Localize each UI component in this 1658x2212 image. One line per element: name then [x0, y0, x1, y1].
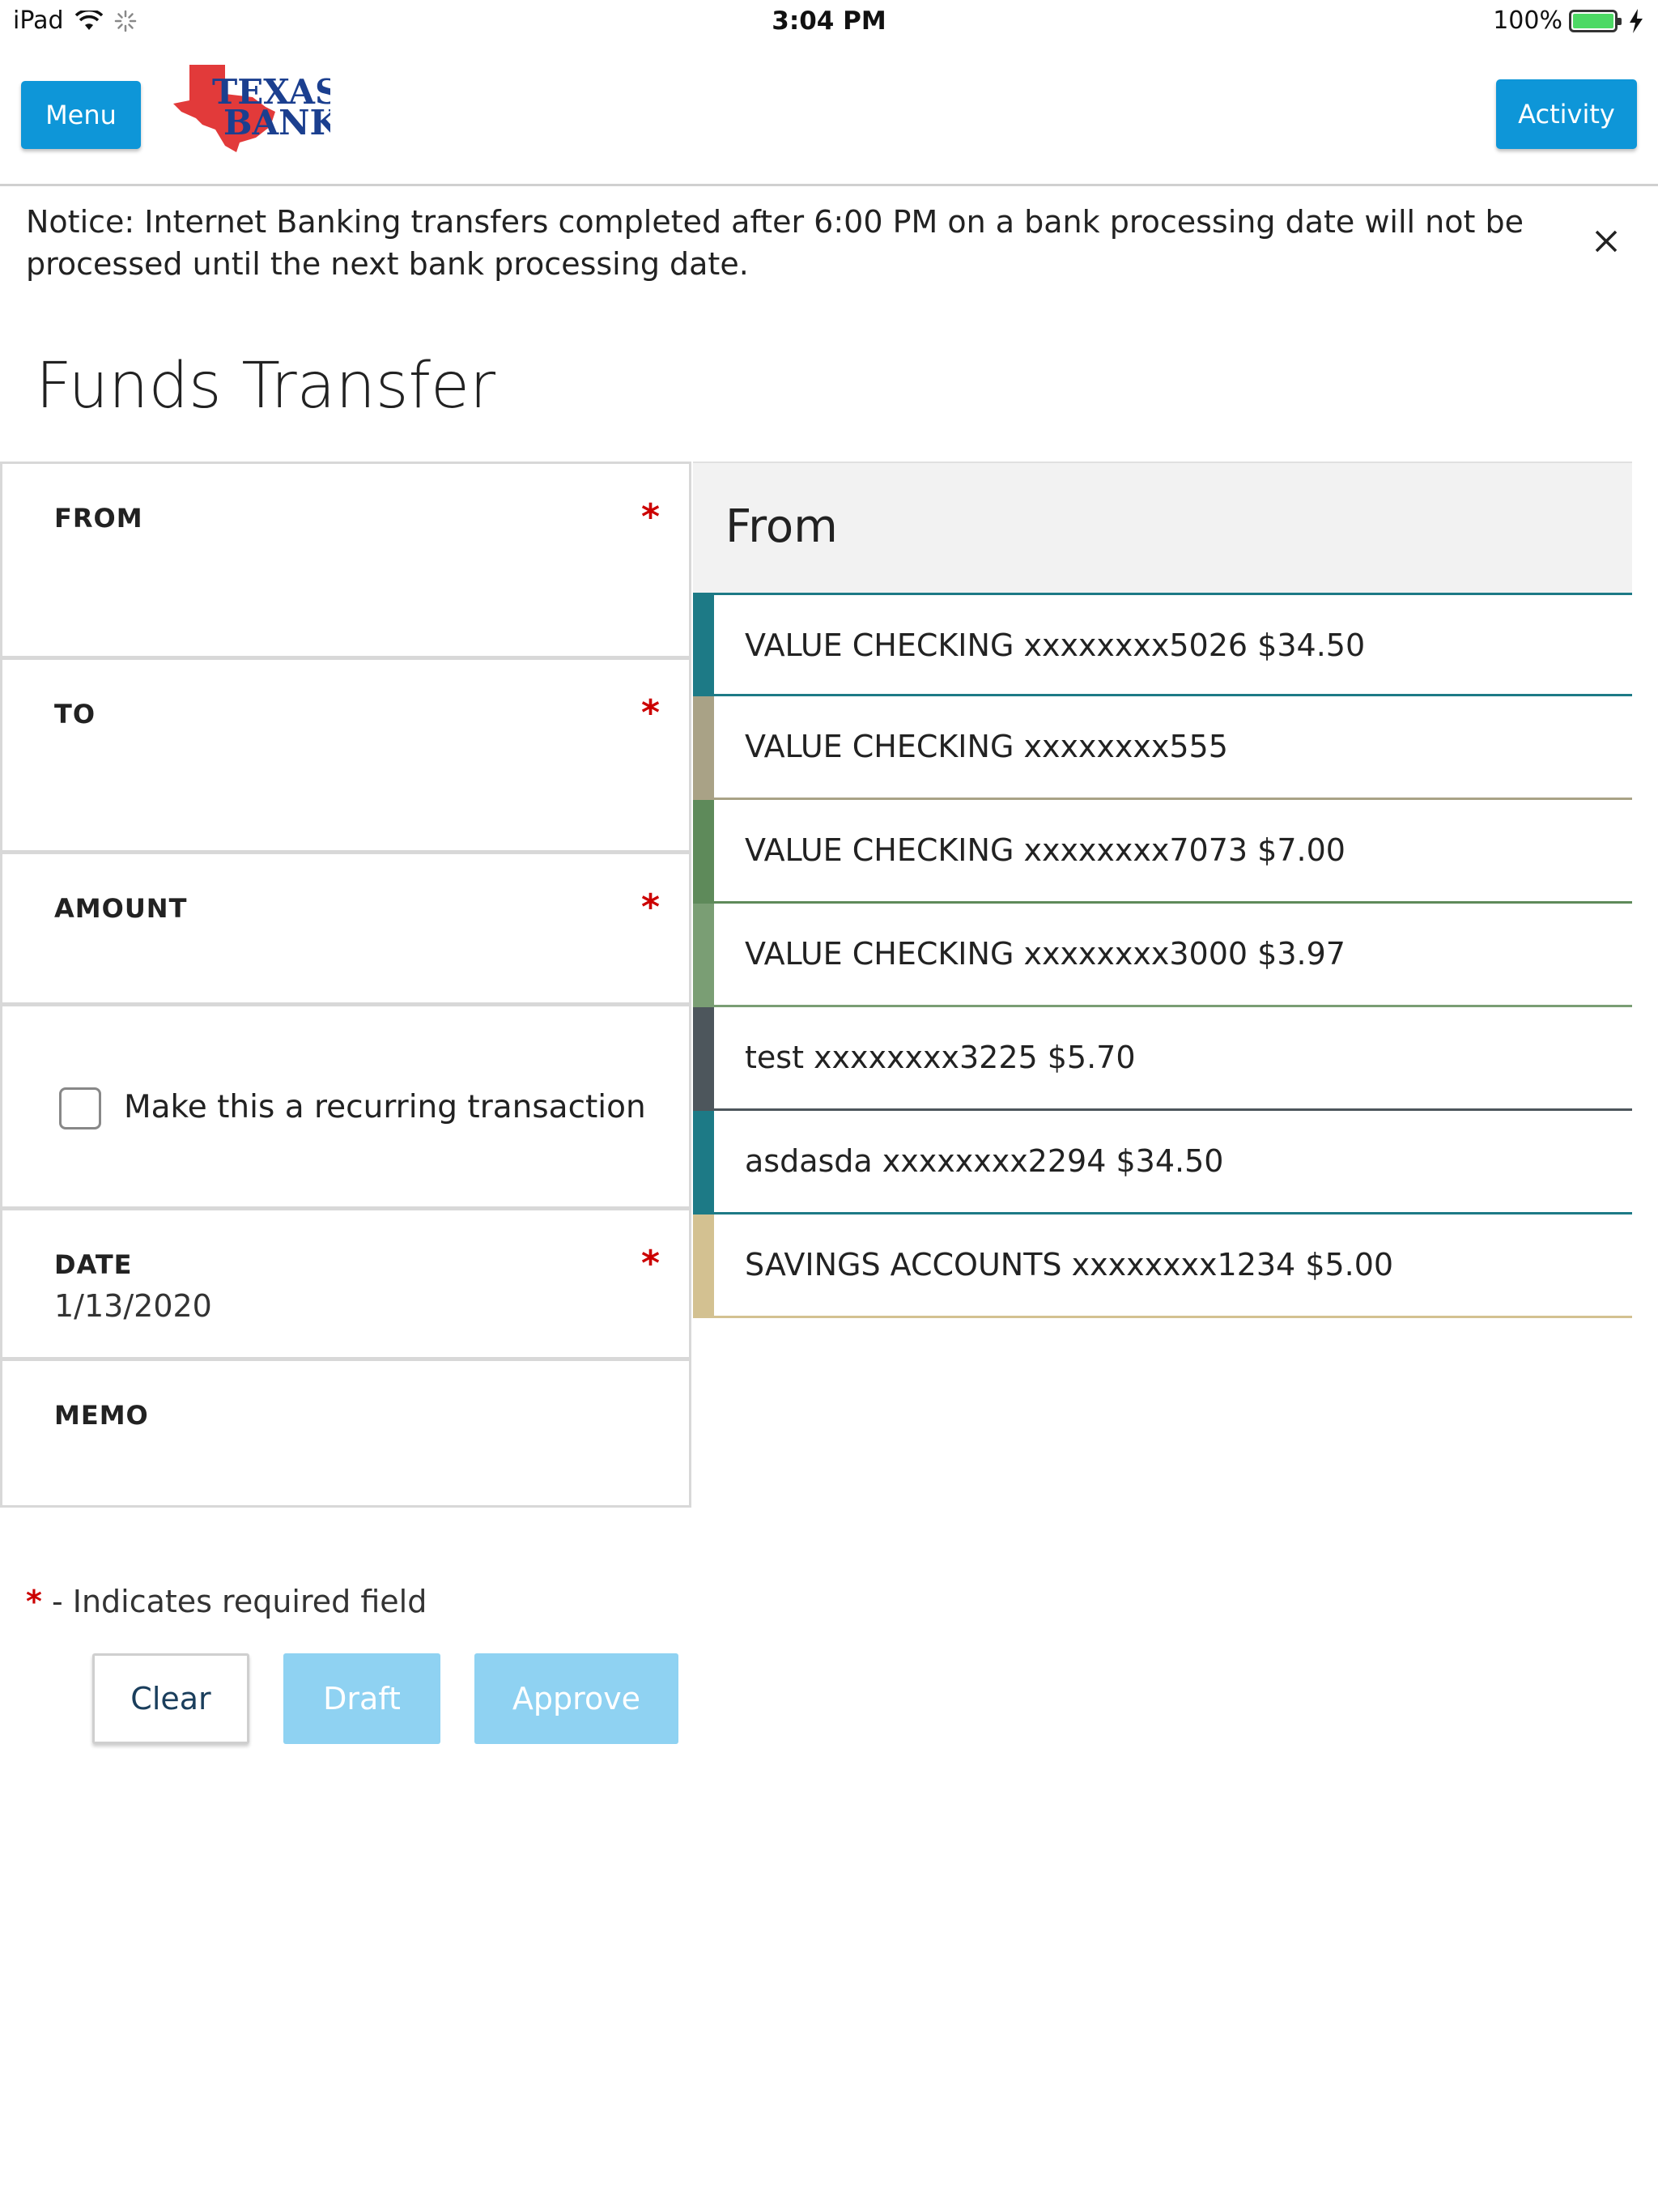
date-value: 1/13/2020 — [54, 1288, 212, 1324]
account-option[interactable]: SAVINGS ACCOUNTS xxxxxxxx1234 $5.00 — [693, 1214, 1632, 1318]
from-label: FROM — [54, 503, 143, 534]
status-bar-left: iPad — [13, 6, 137, 35]
to-label: TO — [54, 699, 96, 730]
date-label: DATE — [54, 1249, 133, 1280]
account-option-label: VALUE CHECKING xxxxxxxx555 — [745, 729, 1228, 764]
transfer-form: FROM * TO * AMOUNT * Make this a recurri… — [0, 462, 691, 1508]
account-color-bar — [693, 800, 714, 901]
logo-line2: BANK — [223, 103, 330, 143]
account-option[interactable]: asdasda xxxxxxxx2294 $34.50 — [693, 1111, 1632, 1214]
account-option[interactable]: VALUE CHECKING xxxxxxxx555 — [693, 696, 1632, 800]
status-bar-right: 100% — [1493, 6, 1643, 35]
texas-bank-logo[interactable]: TEXAS BANK — [172, 62, 340, 152]
app-header: Menu TEXAS BANK Activity — [0, 45, 1658, 186]
wifi-icon — [74, 10, 103, 30]
amount-field[interactable]: AMOUNT * — [2, 854, 689, 1006]
battery-icon — [1569, 9, 1622, 32]
account-color-bar — [693, 1214, 714, 1316]
memo-field[interactable]: MEMO — [2, 1361, 689, 1505]
from-account-list: From VALUE CHECKING xxxxxxxx5026 $34.50 V… — [693, 462, 1632, 1320]
required-legend-text: - Indicates required field — [41, 1584, 427, 1619]
page-title: Funds Transfer — [36, 350, 496, 423]
account-color-bar — [693, 1007, 714, 1108]
account-color-bar — [693, 595, 714, 694]
draft-button[interactable]: Draft — [283, 1653, 440, 1744]
account-color-bar — [693, 696, 714, 798]
status-bar: iPad 3:04 PM 100% — [0, 0, 1658, 45]
amount-label: AMOUNT — [54, 893, 188, 924]
menu-button[interactable]: Menu — [21, 81, 141, 149]
approve-button[interactable]: Approve — [474, 1653, 678, 1744]
close-icon[interactable] — [1590, 225, 1622, 257]
texas-bank-logo-graphic: TEXAS BANK — [173, 65, 340, 152]
account-option-label: VALUE CHECKING xxxxxxxx7073 $7.00 — [745, 832, 1346, 868]
required-marker: * — [640, 887, 660, 928]
charging-bolt-icon — [1630, 8, 1643, 33]
required-legend: * - Indicates required field — [26, 1584, 427, 1619]
account-option-label: test xxxxxxxx3225 $5.70 — [745, 1040, 1136, 1075]
recurring-field: Make this a recurring transaction — [2, 1006, 689, 1210]
account-option-label: VALUE CHECKING xxxxxxxx3000 $3.97 — [745, 936, 1346, 972]
from-field[interactable]: FROM * — [2, 464, 689, 660]
account-list-header: From — [693, 462, 1632, 593]
device-name: iPad — [13, 6, 64, 35]
battery-percent: 100% — [1493, 6, 1562, 35]
clear-button[interactable]: Clear — [92, 1653, 249, 1744]
account-color-bar — [693, 1111, 714, 1212]
activity-button[interactable]: Activity — [1496, 79, 1637, 149]
to-field[interactable]: TO * — [2, 660, 689, 854]
account-option[interactable]: VALUE CHECKING xxxxxxxx5026 $34.50 — [693, 593, 1632, 696]
account-list-title: From — [725, 500, 838, 553]
account-option-label: SAVINGS ACCOUNTS xxxxxxxx1234 $5.00 — [745, 1247, 1394, 1283]
account-option[interactable]: VALUE CHECKING xxxxxxxx7073 $7.00 — [693, 800, 1632, 904]
account-option[interactable]: VALUE CHECKING xxxxxxxx3000 $3.97 — [693, 904, 1632, 1007]
recurring-checkbox[interactable] — [59, 1087, 101, 1129]
account-option[interactable]: test xxxxxxxx3225 $5.70 — [693, 1007, 1632, 1111]
required-marker: * — [640, 496, 660, 538]
required-star: * — [26, 1584, 42, 1619]
recurring-label[interactable]: Make this a recurring transaction — [124, 1089, 646, 1125]
required-marker: * — [640, 692, 660, 734]
notice-banner-text: Notice: Internet Banking transfers compl… — [26, 204, 1524, 282]
account-option-label: VALUE CHECKING xxxxxxxx5026 $34.50 — [745, 627, 1366, 663]
account-option-label: asdasda xxxxxxxx2294 $34.50 — [745, 1143, 1224, 1179]
account-color-bar — [693, 904, 714, 1005]
date-field[interactable]: DATE * 1/13/2020 — [2, 1210, 689, 1361]
required-marker: * — [640, 1243, 660, 1284]
memo-label: MEMO — [54, 1400, 149, 1431]
activity-spinner-icon — [114, 10, 136, 32]
status-bar-time: 3:04 PM — [772, 6, 886, 36]
